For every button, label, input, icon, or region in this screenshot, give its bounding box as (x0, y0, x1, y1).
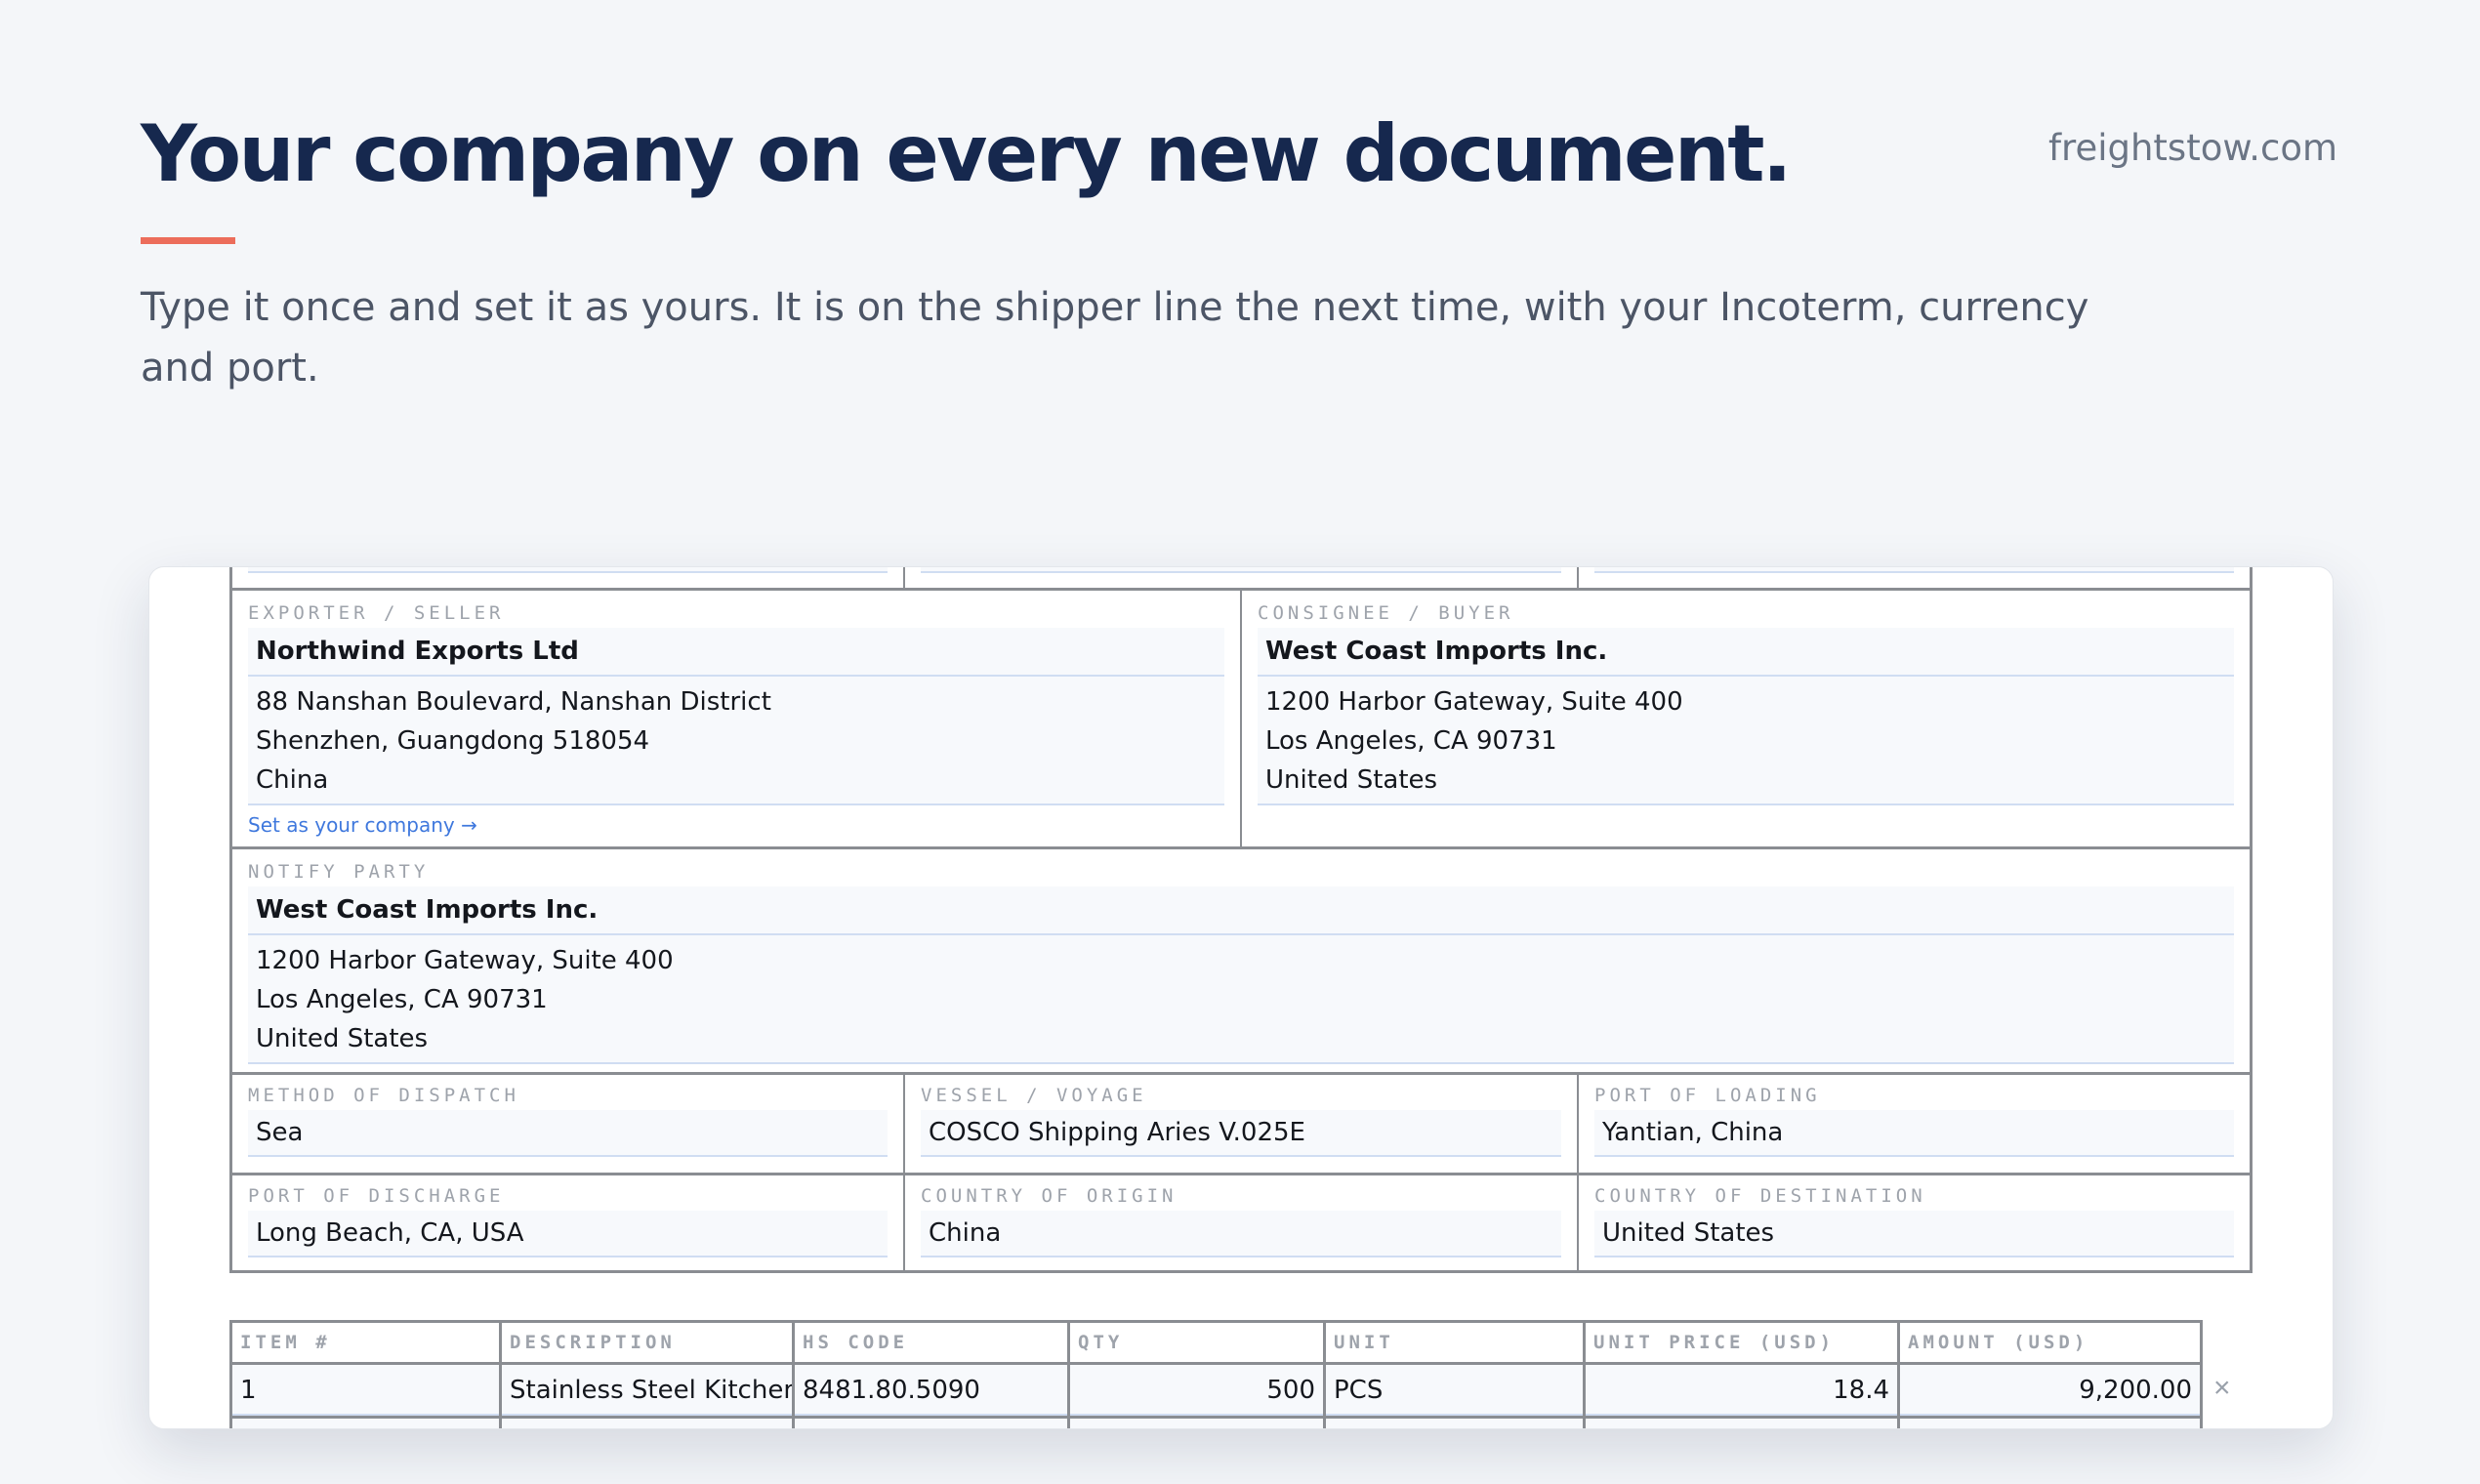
qty-cell[interactable]: 500 (1067, 1362, 1326, 1419)
consignee-address-field[interactable]: 1200 Harbor Gateway, Suite 400 Los Angel… (1258, 677, 2234, 805)
vessel-voyage-field[interactable]: COSCO Shipping Aries V.025E (921, 1110, 1561, 1157)
country-of-destination-section: COUNTRY OF DESTINATION United States (1579, 1175, 2250, 1273)
clipped-field[interactable] (248, 567, 888, 573)
port-of-discharge-section: PORT OF DISCHARGE Long Beach, CA, USA (232, 1175, 905, 1273)
port-of-loading-label: PORT OF LOADING (1594, 1085, 1821, 1106)
method-of-dispatch-label: METHOD OF DISPATCH (248, 1085, 519, 1106)
clipped-field[interactable] (921, 567, 1561, 573)
notify-party-address-field[interactable]: 1200 Harbor Gateway, Suite 400 Los Angel… (248, 935, 2234, 1064)
country-of-destination-field[interactable]: United States (1594, 1211, 2234, 1257)
col-header-item: ITEM # (229, 1320, 502, 1365)
country-of-origin-field[interactable]: China (921, 1211, 1561, 1257)
unit-price-cell[interactable]: 18.4 (1583, 1362, 1900, 1419)
table-header-row: ITEM # DESCRIPTION HS CODE QTY UNIT UNIT… (229, 1320, 2203, 1365)
col-header-unit-price: UNIT PRICE (USD) (1583, 1320, 1900, 1365)
notify-party-label: NOTIFY PARTY (248, 861, 430, 883)
country-of-destination-label: COUNTRY OF DESTINATION (1594, 1185, 1926, 1207)
port-of-loading-section: PORT OF LOADING Yantian, China (1579, 1075, 2250, 1175)
col-header-description: DESCRIPTION (499, 1320, 795, 1365)
consignee-section: CONSIGNEE / BUYER West Coast Imports Inc… (1242, 591, 2250, 849)
hs-code-cell[interactable]: 8481.80.5090 (792, 1362, 1070, 1419)
clipped-row (229, 567, 2253, 591)
col-header-hs-code: HS CODE (792, 1320, 1070, 1365)
country-of-origin-label: COUNTRY OF ORIGIN (921, 1185, 1178, 1207)
exporter-label: EXPORTER / SELLER (248, 602, 505, 624)
page-headline: Your company on every new document. (141, 108, 1792, 199)
method-of-dispatch-field[interactable]: Sea (248, 1110, 888, 1157)
consignee-name-field[interactable]: West Coast Imports Inc. (1258, 628, 2234, 677)
col-header-amount: AMOUNT (USD) (1897, 1320, 2203, 1365)
site-domain: freightstow.com (2048, 127, 2337, 169)
consignee-label: CONSIGNEE / BUYER (1258, 602, 1514, 624)
item-number-cell[interactable]: 1 (229, 1362, 502, 1419)
set-as-company-link[interactable]: Set as your company → (248, 813, 1224, 837)
port-of-loading-field[interactable]: Yantian, China (1594, 1110, 2234, 1157)
table-row-clipped (229, 1416, 2203, 1428)
notify-party-section: NOTIFY PARTY West Coast Imports Inc. 120… (232, 849, 2250, 1075)
description-cell[interactable]: Stainless Steel Kitchen Faucet (499, 1362, 795, 1419)
amount-cell: 9,200.00 (1897, 1362, 2203, 1419)
page-subheading: Type it once and set it as yours. It is … (141, 285, 2089, 391)
document-preview-card: EXPORTER / SELLER Northwind Exports Ltd … (148, 566, 2334, 1429)
parties-row: EXPORTER / SELLER Northwind Exports Ltd … (229, 591, 2253, 849)
notify-row: NOTIFY PARTY West Coast Imports Inc. 120… (229, 849, 2253, 1075)
line-items-table: ITEM # DESCRIPTION HS CODE QTY UNIT UNIT… (229, 1320, 2203, 1428)
exporter-name-field[interactable]: Northwind Exports Ltd (248, 628, 1224, 677)
vessel-voyage-label: VESSEL / VOYAGE (921, 1085, 1147, 1106)
port-of-discharge-label: PORT OF DISCHARGE (248, 1185, 505, 1207)
vessel-voyage-section: VESSEL / VOYAGE COSCO Shipping Aries V.0… (905, 1075, 1579, 1175)
unit-cell[interactable]: PCS (1323, 1362, 1586, 1419)
country-of-origin-section: COUNTRY OF ORIGIN China (905, 1175, 1579, 1273)
method-of-dispatch-section: METHOD OF DISPATCH Sea (232, 1075, 905, 1175)
exporter-section: EXPORTER / SELLER Northwind Exports Ltd … (232, 591, 1242, 849)
col-header-qty: QTY (1067, 1320, 1326, 1365)
accent-bar (141, 237, 235, 244)
document-form: EXPORTER / SELLER Northwind Exports Ltd … (229, 567, 2253, 1273)
shipping-row-1: METHOD OF DISPATCH Sea VESSEL / VOYAGE C… (229, 1075, 2253, 1175)
notify-party-name-field[interactable]: West Coast Imports Inc. (248, 886, 2234, 935)
exporter-address-field[interactable]: 88 Nanshan Boulevard, Nanshan District S… (248, 677, 1224, 805)
shipping-row-2: PORT OF DISCHARGE Long Beach, CA, USA CO… (229, 1175, 2253, 1273)
remove-row-icon[interactable]: × (2213, 1372, 2231, 1405)
clipped-field[interactable] (1594, 567, 2234, 573)
col-header-unit: UNIT (1323, 1320, 1586, 1365)
port-of-discharge-field[interactable]: Long Beach, CA, USA (248, 1211, 888, 1257)
line-items-table-wrap: ITEM # DESCRIPTION HS CODE QTY UNIT UNIT… (229, 1320, 2203, 1428)
table-row: 1 Stainless Steel Kitchen Faucet 8481.80… (229, 1362, 2203, 1419)
